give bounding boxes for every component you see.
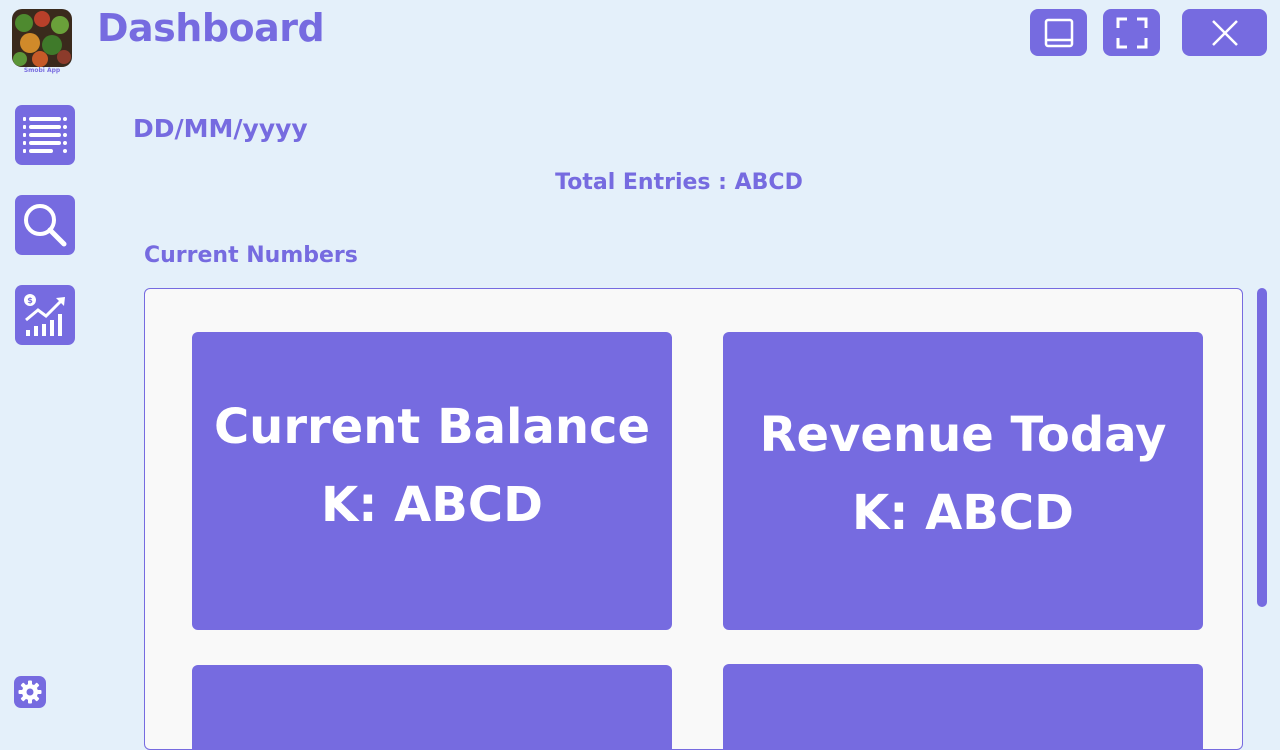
minimize-icon <box>1044 18 1073 47</box>
sidebar-item-stats[interactable]: $ <box>15 285 75 345</box>
total-entries: Total Entries : ABCD <box>555 170 803 195</box>
page-title: Dashboard <box>97 6 325 50</box>
card-title: Revenue Today <box>759 407 1167 463</box>
revenue-today-card[interactable]: Revenue Today K: ABCD <box>723 332 1203 630</box>
card-partial[interactable] <box>192 665 672 749</box>
app-logo <box>12 9 72 67</box>
close-icon <box>1211 19 1238 46</box>
fullscreen-button[interactable] <box>1103 9 1160 56</box>
card-value: K: ABCD <box>852 485 1074 541</box>
sidebar-item-search[interactable] <box>15 195 75 255</box>
svg-text:$: $ <box>27 296 33 305</box>
card-value: K: ABCD <box>321 477 543 533</box>
scrollbar[interactable] <box>1257 288 1267 607</box>
card-partial[interactable] <box>723 664 1203 749</box>
current-balance-card[interactable]: Current Balance K: ABCD <box>192 332 672 630</box>
card-title: Current Balance <box>213 399 651 455</box>
settings-button[interactable] <box>14 676 46 708</box>
date-label: DD/MM/yyyy <box>133 114 308 143</box>
search-icon <box>24 204 67 247</box>
gear-icon <box>18 680 42 704</box>
close-button[interactable] <box>1182 9 1267 56</box>
sidebar-item-list[interactable] <box>15 105 75 165</box>
minimize-button[interactable] <box>1030 9 1087 56</box>
chart-growth-icon: $ <box>24 294 65 336</box>
section-title: Current Numbers <box>144 243 358 268</box>
fullscreen-icon <box>1116 17 1147 48</box>
numbers-panel[interactable]: Current Balance K: ABCD Revenue Today K:… <box>144 288 1243 750</box>
logo-caption: Smobi App <box>23 67 61 74</box>
list-icon <box>23 117 67 153</box>
